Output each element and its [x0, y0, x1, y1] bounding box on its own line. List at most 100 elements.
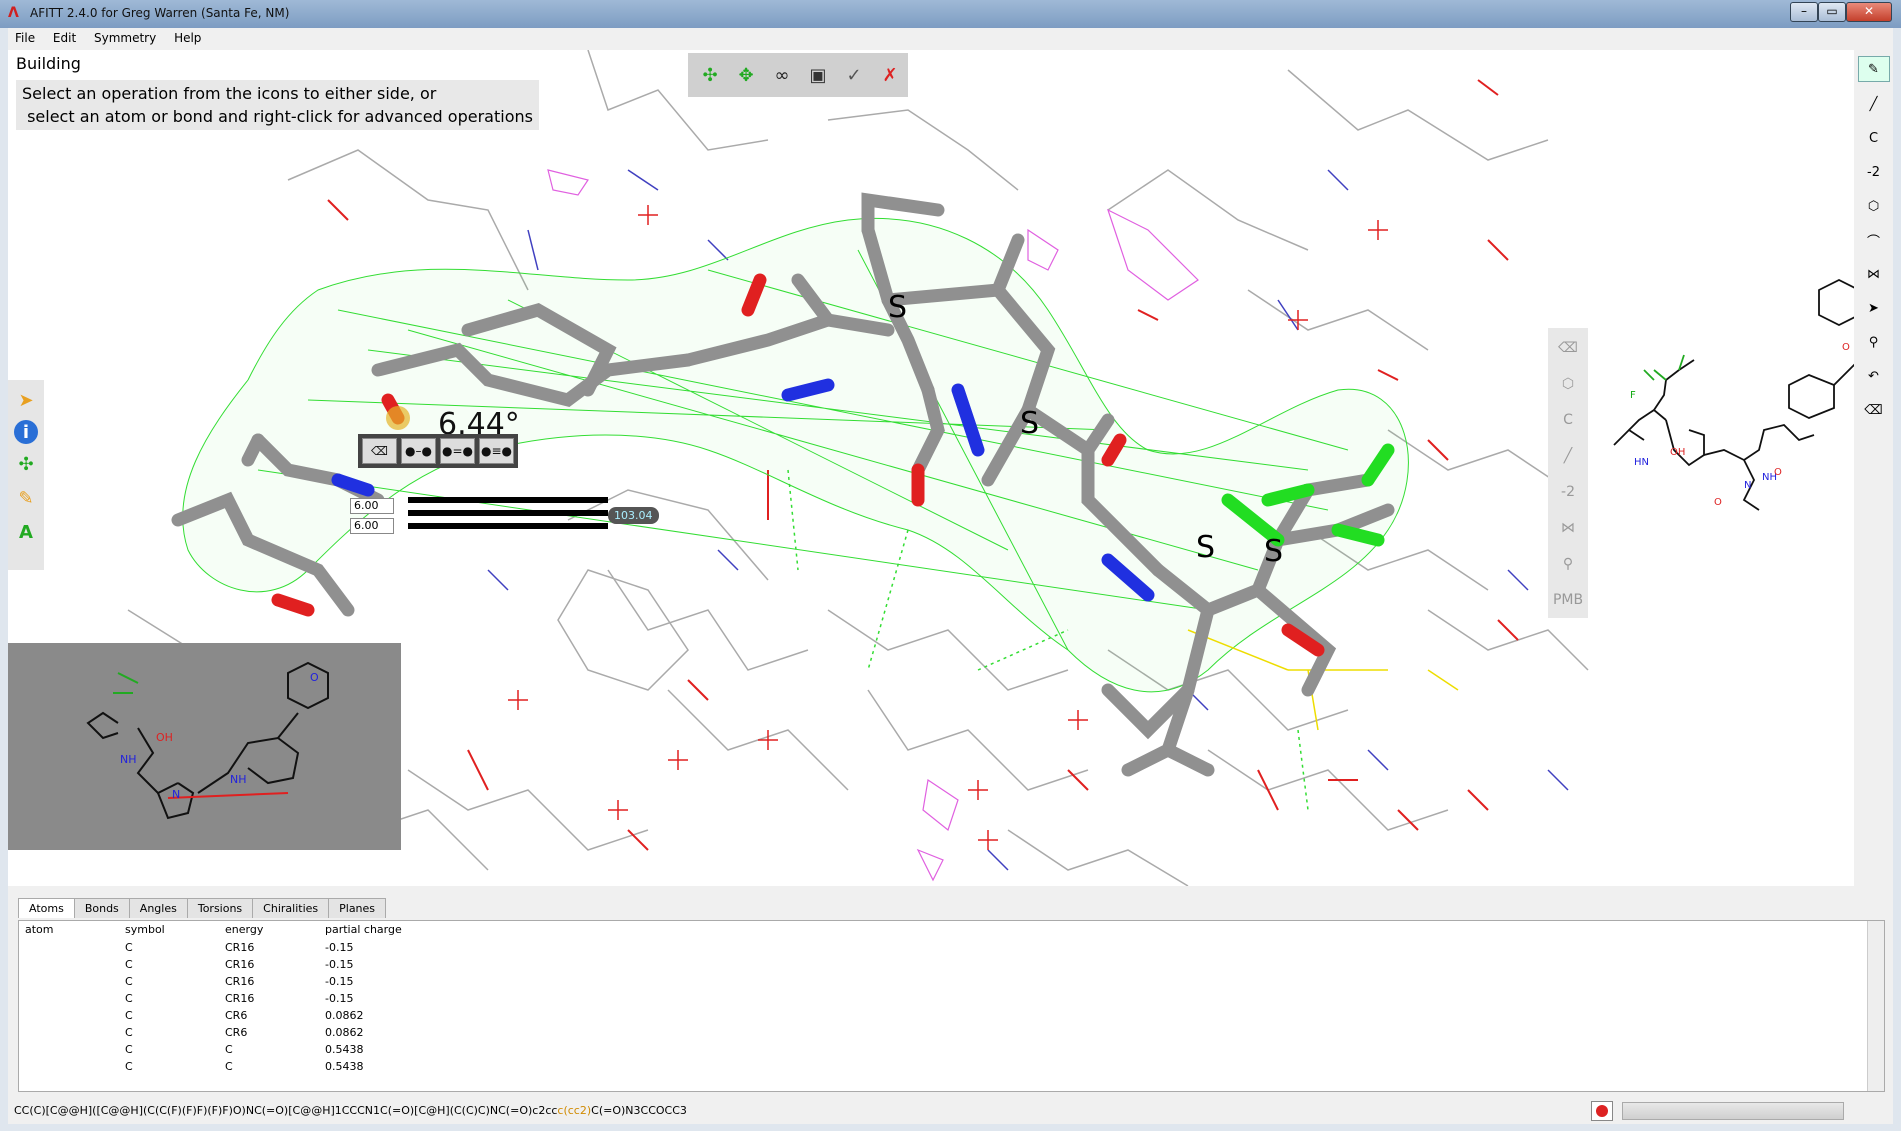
cell-energy: CR16: [225, 975, 255, 988]
eraser-icon[interactable]: ⌫: [362, 438, 397, 464]
preview-o-label-1: O: [1714, 497, 1722, 508]
fit-density-icon[interactable]: ✣: [696, 61, 724, 89]
charge-dropdown[interactable]: -2: [1859, 160, 1889, 184]
preview-hn-label: HN: [1634, 457, 1649, 468]
table-row[interactable]: C C 0.5438: [19, 1058, 1884, 1075]
close-button[interactable]: ✕: [1846, 2, 1892, 22]
slider-3[interactable]: [408, 523, 608, 529]
tab-torsions[interactable]: Torsions: [186, 898, 254, 918]
table-row[interactable]: C CR6 0.0862: [19, 1024, 1884, 1041]
tab-planes[interactable]: Planes: [328, 898, 387, 918]
table-scrollbar[interactable]: [1867, 921, 1884, 1091]
chain-dropdown-icon[interactable]: ⌒: [1859, 228, 1889, 252]
cell-charge: -0.15: [325, 975, 354, 988]
select-arrow-icon[interactable]: ➤: [12, 386, 40, 414]
reject-icon[interactable]: ✗: [876, 61, 904, 89]
inset-o-label: O: [310, 671, 319, 684]
spin-input-2[interactable]: 6.00: [350, 518, 394, 534]
table-row[interactable]: C CR16 -0.15: [19, 956, 1884, 973]
cell-charge: -0.15: [325, 958, 354, 971]
title-bar: Λ AFITT 2.4.0 for Greg Warren (Santa Fe,…: [0, 0, 1901, 28]
col-atom[interactable]: atom: [19, 921, 119, 939]
atoms-table: atom symbol energy partial charge C CR16 -…: [18, 920, 1885, 1092]
slider-1[interactable]: [408, 497, 608, 503]
stereo-dropdown-icon[interactable]: ⋈: [1859, 262, 1889, 286]
fit-icon[interactable]: ✣: [12, 450, 40, 478]
inset-oh-label: OH: [156, 731, 173, 744]
pencil-icon[interactable]: ✎: [1857, 56, 1890, 82]
wand-icon[interactable]: ⚲: [1554, 550, 1582, 578]
single-bond-icon[interactable]: ●–●: [401, 438, 436, 464]
cell-charge: 0.5438: [325, 1043, 364, 1056]
preview-f-label: F: [1630, 390, 1636, 401]
add-text-icon[interactable]: A: [12, 518, 40, 546]
paint-icon[interactable]: ✎: [12, 484, 40, 512]
table-row[interactable]: C CR6 0.0862: [19, 1007, 1884, 1024]
element-dropdown[interactable]: C: [1859, 126, 1889, 150]
top-toolbar: ✣ ✥ ∞ ▣ ✓ ✗: [688, 53, 908, 97]
triple-bond-icon[interactable]: ●≡●: [479, 438, 514, 464]
bond-stereo-icon[interactable]: ⋈: [1554, 514, 1582, 542]
bond-order-bar: ⌫ ●–● ●=● ●≡●: [358, 434, 518, 468]
tab-chiralities[interactable]: Chiralities: [252, 898, 330, 918]
pointer-icon[interactable]: ➤: [1859, 296, 1889, 320]
pmb-button[interactable]: PMB: [1553, 586, 1583, 614]
inset-nh-label-2: NH: [230, 773, 247, 786]
ring-icon[interactable]: ⬡: [1554, 370, 1582, 398]
preview-oh-label: OH: [1670, 447, 1685, 458]
ring-dropdown-icon[interactable]: ⬡: [1859, 194, 1889, 218]
menu-symmetry[interactable]: Symmetry: [87, 28, 163, 48]
molecule-viewport[interactable]: Building Select an operation from the ic…: [8, 50, 1594, 886]
atom-label-s-2: S: [1020, 406, 1040, 441]
fit-all-icon[interactable]: ✥: [732, 61, 760, 89]
maximize-button[interactable]: ▭: [1818, 2, 1846, 22]
cell-atom: [19, 990, 119, 1007]
cell-atom: [19, 939, 119, 956]
menu-edit[interactable]: Edit: [46, 28, 83, 48]
stop-button[interactable]: [1591, 1101, 1613, 1121]
minimize-button[interactable]: –: [1790, 2, 1818, 22]
table-row[interactable]: C CR16 -0.15: [19, 939, 1884, 956]
eraser-icon[interactable]: ⌫: [1859, 398, 1889, 422]
cell-symbol: C: [125, 958, 133, 971]
tab-angles[interactable]: Angles: [128, 898, 188, 918]
slider-value-badge: 103.04: [608, 507, 659, 524]
cell-atom: [19, 973, 119, 990]
line-icon[interactable]: ╱: [1859, 92, 1889, 116]
double-bond-icon[interactable]: ●=●: [440, 438, 475, 464]
app-logo-icon: Λ: [8, 5, 19, 21]
smiles-string[interactable]: CC(C)[C@@H]([C@@H](C(C(F)(F)F)(F)F)O)NC(…: [14, 1104, 687, 1117]
charge-button[interactable]: -2: [1554, 478, 1582, 506]
2d-preview-panel: F OH HN N NH O O O: [1594, 50, 1860, 886]
tab-bonds[interactable]: Bonds: [73, 898, 130, 918]
table-row[interactable]: C C 0.5438: [19, 1041, 1884, 1058]
spin-input-1[interactable]: 6.00: [350, 498, 394, 514]
menu-file[interactable]: File: [8, 28, 42, 48]
display-icon[interactable]: ▣: [804, 61, 832, 89]
single-bond-icon[interactable]: ╱: [1554, 442, 1582, 470]
eraser-icon[interactable]: ⌫: [1554, 334, 1582, 362]
table-row[interactable]: C CR16 -0.15: [19, 973, 1884, 990]
atom-label-s-1: S: [888, 290, 908, 325]
cell-charge: 0.0862: [325, 1026, 364, 1039]
cell-symbol: C: [125, 1009, 133, 1022]
tab-atoms[interactable]: Atoms: [18, 898, 75, 918]
cell-energy: CR16: [225, 992, 255, 1005]
menu-help[interactable]: Help: [167, 28, 208, 48]
col-symbol[interactable]: symbol: [119, 921, 219, 939]
col-partial-charge[interactable]: partial charge: [319, 921, 519, 939]
cell-symbol: C: [125, 1043, 133, 1056]
slider-2[interactable]: [408, 510, 608, 516]
undo-icon[interactable]: ↶: [1859, 364, 1889, 388]
wand-icon[interactable]: ⚲: [1859, 330, 1889, 354]
info-icon[interactable]: i: [14, 420, 38, 444]
smiles-highlight: c(cc2): [557, 1104, 592, 1117]
left-toolbar: ➤ i ✣ ✎ A: [8, 380, 44, 570]
carbon-element-button[interactable]: C: [1554, 406, 1582, 434]
col-energy[interactable]: energy: [219, 921, 319, 939]
table-row[interactable]: C CR16 -0.15: [19, 990, 1884, 1007]
link-icon[interactable]: ∞: [768, 61, 796, 89]
right-viewport-toolbar: ⌫ ⬡ C ╱ -2 ⋈ ⚲ PMB: [1548, 328, 1588, 618]
accept-icon[interactable]: ✓: [840, 61, 868, 89]
operation-hint: Select an operation from the icons to ei…: [16, 80, 539, 130]
